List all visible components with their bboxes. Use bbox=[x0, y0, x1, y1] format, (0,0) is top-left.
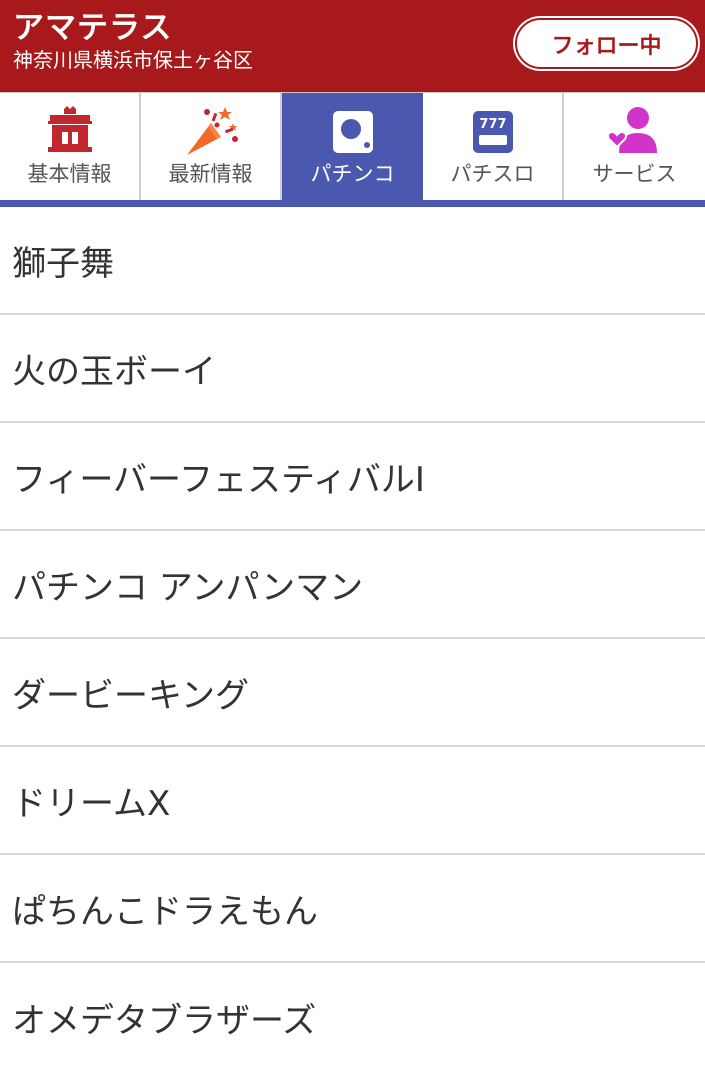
building-icon bbox=[47, 106, 92, 152]
store-address: 神奈川県横浜市保土ヶ谷区 bbox=[13, 48, 253, 72]
tab-label: パチスロ bbox=[450, 162, 535, 186]
store-header: アマテラス 神奈川県横浜市保土ヶ谷区 フォロー中 bbox=[0, 0, 705, 92]
active-tab-underline bbox=[0, 200, 705, 207]
list-item[interactable]: ダービーキング bbox=[0, 639, 705, 747]
follow-button[interactable]: フォロー中 bbox=[515, 18, 698, 69]
list-item[interactable]: 獅子舞 bbox=[0, 207, 705, 315]
slot-machine-777-icon: 777 bbox=[472, 111, 513, 153]
tab-latest-info[interactable]: 最新情報 bbox=[141, 93, 282, 200]
party-popper-icon bbox=[186, 107, 238, 155]
list-item[interactable]: ぱちんこドラえもん bbox=[0, 855, 705, 963]
tab-bar: 基本情報 最新情報 パチンコ 777 パチスロ サービス bbox=[0, 92, 705, 200]
list-item[interactable]: オメデタブラザーズ bbox=[0, 963, 705, 1071]
tab-label: サービス bbox=[592, 162, 677, 186]
pachinko-machine-icon bbox=[332, 111, 373, 153]
machine-list: 獅子舞 火の玉ボーイ フィーバーフェスティバルI パチンコ アンパンマン ダービ… bbox=[0, 207, 705, 1071]
list-item[interactable]: ドリームX bbox=[0, 747, 705, 855]
tab-pachislot[interactable]: 777 パチスロ bbox=[423, 93, 564, 200]
list-item[interactable]: フィーバーフェスティバルI bbox=[0, 423, 705, 531]
tab-label: パチンコ bbox=[310, 162, 395, 186]
list-item[interactable]: 火の玉ボーイ bbox=[0, 315, 705, 423]
store-name: アマテラス bbox=[13, 10, 173, 46]
list-item[interactable]: パチンコ アンパンマン bbox=[0, 531, 705, 639]
svg-text:777: 777 bbox=[479, 117, 506, 132]
tab-service[interactable]: サービス bbox=[564, 93, 705, 200]
tab-pachinko[interactable]: パチンコ bbox=[282, 93, 423, 200]
tab-label: 最新情報 bbox=[168, 162, 253, 186]
tab-basic-info[interactable]: 基本情報 bbox=[0, 93, 141, 200]
tab-label: 基本情報 bbox=[27, 162, 112, 186]
person-heart-icon bbox=[606, 107, 657, 153]
